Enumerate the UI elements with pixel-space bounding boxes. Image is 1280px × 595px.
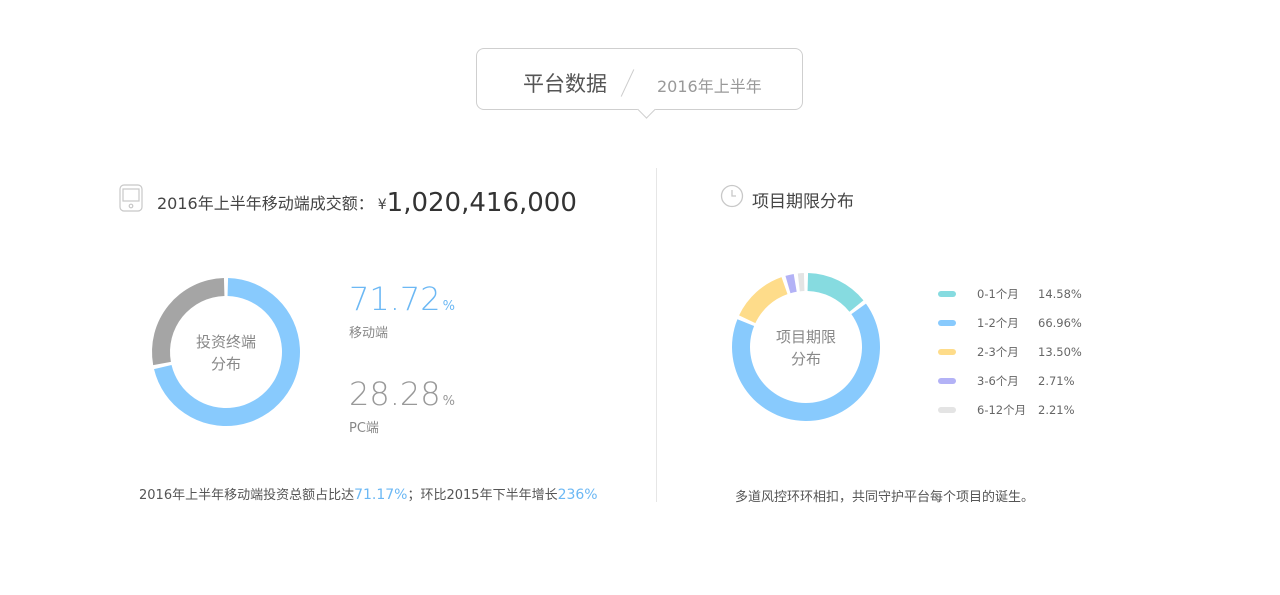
term-donut-slice-0 [807,273,864,312]
pc-share-value: 28.28 [349,375,441,413]
term-donut-slice-4 [797,273,805,292]
legend-swatch [938,407,956,414]
legend-swatch [938,290,956,297]
clock-icon [720,184,744,212]
legend-value: 2.71% [1038,374,1075,389]
risk-control-footnote: 多道风控环环相扣，共同守护平台每个项目的诞生。 [735,490,1035,505]
legend-item: 6-12个月 2.21% [938,396,1082,425]
legend-item: 0-1个月 14.58% [938,279,1082,308]
legend-label: 3-6个月 [977,374,1019,389]
legend-item: 1-2个月 66.96% [938,308,1082,337]
legend-swatch [938,378,956,385]
term-donut-label-line2: 分布 [790,350,821,368]
legend-label: 2-3个月 [977,344,1019,359]
pc-share-unit: % [442,394,455,409]
terminal-donut-label: 投资终端 分布 [176,331,276,375]
mobile-share-value: 71.72 [349,280,441,318]
column-divider [656,168,657,502]
mobile-share-label: 移动端 [349,326,389,341]
footnote-text-2: ；环比2015年下半年增长 [407,488,558,503]
legend-label: 1-2个月 [977,315,1019,330]
page-title: 平台数据 [523,72,607,96]
title-pointer [637,100,656,119]
term-donut-label: 项目期限 分布 [756,326,856,370]
legend-value: 13.50% [1038,344,1082,359]
term-distribution-heading: 项目期限分布 [752,192,854,212]
terminal-donut-label-line2: 分布 [210,355,241,373]
mobile-volume-label: 2016年上半年移动端成交额： [157,194,374,213]
mobile-share-stat: 71.72% 移动端 [349,280,455,341]
mobile-volume-heading: 2016年上半年移动端成交额： ¥1,020,416,000 [157,188,577,218]
title-divider [620,69,635,97]
footnote-highlight-1: 71.17% [354,487,408,503]
period-label: 2016年上半年 [657,77,762,96]
term-donut-slice-3 [785,274,797,294]
legend-item: 3-6个月 2.71% [938,367,1082,396]
legend-item: 2-3个月 13.50% [938,337,1082,366]
legend-label: 6-12个月 [977,403,1027,418]
currency-symbol: ¥ [377,197,387,213]
investment-footnote: 2016年上半年移动端投资总额占比达71.17%；环比2015年下半年增长236… [139,484,598,503]
title-box: 平台数据 2016年上半年 [476,48,803,119]
legend-label: 0-1个月 [977,286,1019,301]
term-donut-slice-2 [739,277,788,324]
tablet-icon [119,184,144,216]
legend-value: 2.21% [1038,403,1075,418]
mobile-volume-amount: 1,020,416,000 [386,188,577,218]
legend-swatch [938,348,956,355]
pc-share-stat: 28.28% PC端 [349,375,455,436]
term-donut-label-line1: 项目期限 [775,328,836,346]
legend-value: 14.58% [1038,286,1082,301]
terminal-donut-label-line1: 投资终端 [195,333,256,351]
footnote-text-1: 2016年上半年移动端投资总额占比达 [139,488,355,503]
term-legend: 0-1个月 14.58% 1-2个月 66.96% 2-3个月 13.50% 3-6个月 2.… [938,279,1082,425]
legend-swatch [938,319,956,326]
legend-value: 66.96% [1038,315,1082,330]
mobile-share-unit: % [442,299,455,314]
pc-share-label: PC端 [349,421,379,436]
footnote-highlight-2: 236% [557,487,598,503]
